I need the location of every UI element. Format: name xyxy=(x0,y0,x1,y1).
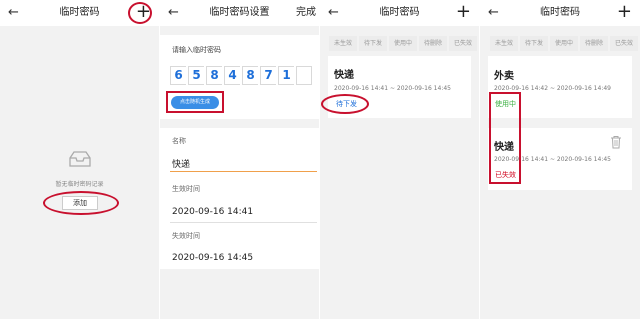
start-time-divider xyxy=(170,222,317,223)
digit-8[interactable] xyxy=(296,66,312,85)
plus-icon[interactable]: + xyxy=(456,2,471,22)
trash-icon[interactable] xyxy=(610,135,622,149)
filter-not-effective[interactable]: 未生效 xyxy=(490,36,518,51)
digit-2[interactable]: 5 xyxy=(188,66,204,85)
done-button[interactable]: 完成 xyxy=(296,6,316,20)
plus-icon[interactable]: + xyxy=(617,2,632,22)
filter-pending[interactable]: 待下发 xyxy=(520,36,548,51)
filter-in-use[interactable]: 使用中 xyxy=(550,36,578,51)
record-name: 快递 xyxy=(334,70,354,81)
filter-in-use[interactable]: 使用中 xyxy=(389,36,417,51)
digit-4[interactable]: 4 xyxy=(224,66,240,85)
digit-6[interactable]: 7 xyxy=(260,66,276,85)
empty-state-text: 暂无临时密码记录 xyxy=(55,181,104,188)
annotation-ellipse-status xyxy=(321,94,369,114)
form-card xyxy=(160,128,319,269)
header: ← 临时密码 + xyxy=(480,0,640,26)
digit-5[interactable]: 8 xyxy=(242,66,258,85)
annotation-box-random xyxy=(166,91,224,113)
annotation-ellipse-add xyxy=(43,191,119,215)
header: ← 临时密码 + xyxy=(320,0,479,26)
start-time-label: 生效时间 xyxy=(172,185,200,193)
filter-to-delete[interactable]: 待删除 xyxy=(580,36,608,51)
end-time-label: 失效时间 xyxy=(172,232,200,240)
record-name: 外卖 xyxy=(494,71,514,82)
filter-not-effective[interactable]: 未生效 xyxy=(329,36,357,51)
password-prompt: 请输入临时密码 xyxy=(172,46,221,54)
end-time-value[interactable]: 2020-09-16 14:45 xyxy=(172,253,253,263)
record-period: 2020-09-16 14:41 ~ 2020-09-16 14:45 xyxy=(334,85,451,92)
record-period: 2020-09-16 14:42 ~ 2020-09-16 14:49 xyxy=(494,85,611,92)
filter-expired[interactable]: 已失效 xyxy=(449,36,477,51)
start-time-value[interactable]: 2020-09-16 14:41 xyxy=(172,207,253,217)
digit-7[interactable]: 1 xyxy=(278,66,294,85)
name-input[interactable]: 快递 xyxy=(172,157,190,170)
filter-pending[interactable]: 待下发 xyxy=(359,36,387,51)
screen-empty-list: ← 临时密码 + 暂无临时密码记录 添加 xyxy=(0,0,159,319)
name-underline xyxy=(170,171,317,172)
name-label: 名称 xyxy=(172,137,186,145)
digit-3[interactable]: 8 xyxy=(206,66,222,85)
filter-expired[interactable]: 已失效 xyxy=(610,36,638,51)
filter-to-delete[interactable]: 待删除 xyxy=(419,36,447,51)
digit-1[interactable]: 6 xyxy=(170,66,186,85)
annotation-circle-plus xyxy=(128,2,152,24)
inbox-icon xyxy=(69,151,91,167)
header: ← 临时密码设置 完成 xyxy=(160,0,319,26)
annotation-box-status xyxy=(489,92,521,184)
